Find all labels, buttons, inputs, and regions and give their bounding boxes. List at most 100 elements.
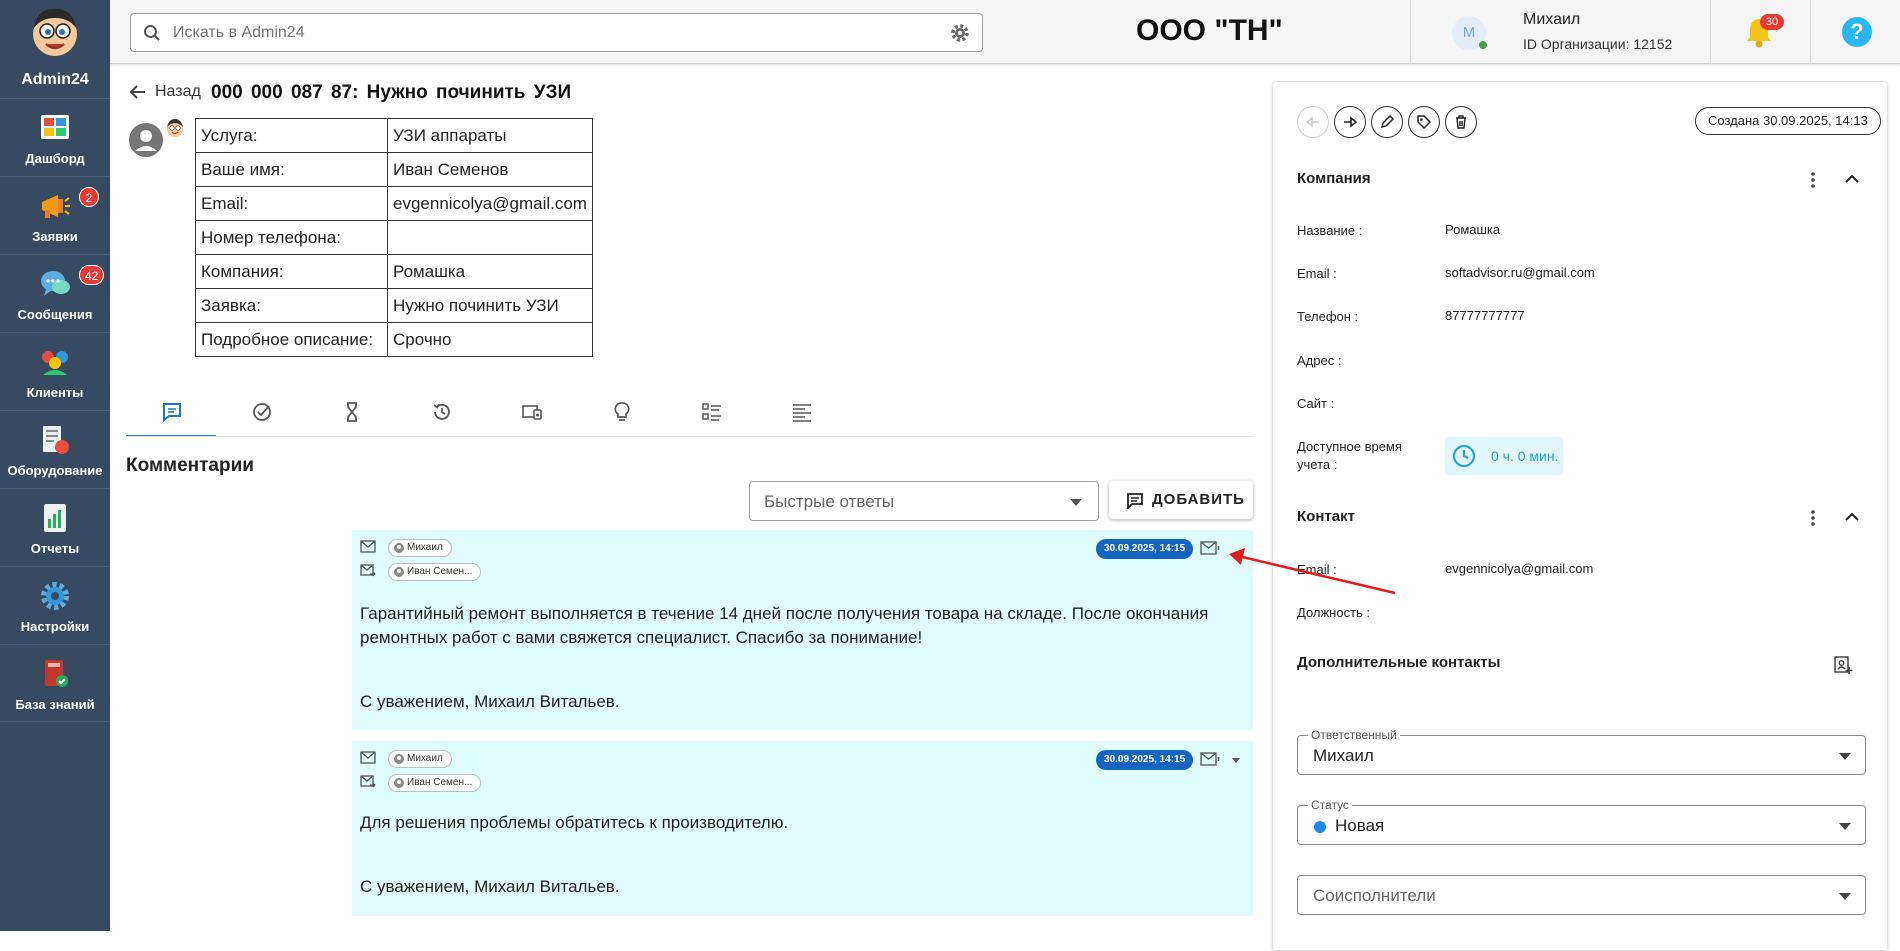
forward-button[interactable] [1334, 106, 1366, 138]
clock-icon [1452, 444, 1476, 468]
organization-title: ООО "ТН" [1136, 14, 1283, 47]
chevron-up-icon[interactable] [1845, 512, 1859, 521]
tab-time[interactable] [306, 395, 396, 437]
search-input[interactable] [173, 21, 913, 45]
messages-count-badge: 42 [79, 265, 105, 285]
logo[interactable]: Admin24 [0, 0, 110, 98]
sidebar-item-equipment[interactable]: Оборудование [0, 410, 110, 488]
info-field-label: Услуга: [195, 118, 388, 153]
add-contact-icon[interactable] [1833, 655, 1853, 675]
status-color-dot [1314, 821, 1326, 833]
tab-history[interactable] [396, 395, 486, 437]
tab-description[interactable] [756, 395, 846, 437]
undo-button[interactable] [1297, 106, 1329, 138]
status-select[interactable]: Статус Новая [1297, 798, 1866, 845]
delete-button[interactable] [1445, 106, 1477, 138]
expand-menu-icon[interactable] [1232, 758, 1240, 763]
sidebar-item-reports[interactable]: Отчеты [0, 488, 110, 566]
info-table-row: Ваше имя: Иван Семенов [195, 152, 593, 187]
ticket-title: 000 000 087 87: Нужно починить УЗИ [211, 82, 572, 103]
info-field-value: Нужно починить УЗИ [387, 288, 593, 323]
pencil-icon [1380, 114, 1395, 129]
email-sent-icon[interactable] [1200, 752, 1220, 766]
comment-signature: С уважением, Михаил Витальев. [360, 877, 620, 896]
info-table-row: Компания: Ромашка [195, 254, 593, 289]
comment-date-badge: 30.09.2025, 14:15 [1096, 539, 1194, 559]
responsible-value: Михаил [1313, 746, 1374, 765]
reports-icon [44, 504, 66, 532]
logo-text: Admin24 [21, 71, 89, 88]
top-header: ООО "ТН" М Михаил ID Организации: 12152 … [110, 0, 1900, 64]
quick-replies-placeholder: Быстрые ответы [764, 492, 895, 511]
recipient-name: Иван Семен... [407, 566, 473, 577]
comment-date-badge: 30.09.2025, 14:15 [1096, 750, 1194, 770]
chevron-up-icon[interactable] [1845, 174, 1859, 183]
tab-equipment[interactable] [486, 395, 576, 437]
co-executors-select[interactable]: Соисполнители [1297, 875, 1866, 915]
search-box[interactable] [130, 13, 983, 52]
tab-checklist[interactable] [666, 395, 756, 437]
trash-icon [1456, 115, 1466, 129]
search-settings-gear-icon[interactable] [950, 23, 970, 43]
organization-id: ID Организации: 12152 [1523, 36, 1673, 52]
available-time-value: 0 ч. 0 мин. [1491, 448, 1559, 464]
request-info-table: Услуга: УЗИ аппараты Ваше имя: Иван Семенов… [195, 118, 593, 357]
chevron-down-icon [1070, 499, 1082, 506]
sidebar-item-messages[interactable]: 42 Сообщения [0, 254, 110, 332]
user-name[interactable]: Михаил [1523, 11, 1580, 29]
more-vert-icon[interactable] [1811, 172, 1815, 188]
text-lines-icon [793, 404, 811, 422]
info-table-row: Номер телефона: [195, 220, 593, 255]
info-field-label: Ваше имя: [195, 152, 388, 187]
recipient-name: Иван Семен... [407, 777, 473, 788]
responsible-select[interactable]: Ответственный Михаил [1297, 728, 1866, 775]
sidebar-item-settings[interactable]: Настройки [0, 566, 110, 644]
sender-name: Михаил [407, 753, 443, 764]
comment-body: Гарантийный ремонт выполняется в течение… [360, 602, 1240, 714]
help-icon[interactable]: ? [1842, 17, 1872, 47]
quick-replies-select[interactable]: Быстрые ответы [749, 481, 1099, 521]
arrow-left-icon [1305, 116, 1319, 128]
megaphone-icon [42, 195, 70, 218]
info-field-label: Номер телефона: [195, 220, 388, 255]
sidebar-item-label: База знаний [15, 697, 95, 712]
tab-solutions[interactable] [576, 395, 666, 437]
sidebar-item-clients[interactable]: Клиенты [0, 332, 110, 410]
info-table-row: Подробное описание: Срочно [195, 322, 593, 357]
lightbulb-icon [614, 402, 630, 421]
person-icon [394, 567, 404, 577]
company-field-label: Название : [1297, 223, 1363, 238]
logo-face-icon [33, 8, 77, 56]
contact-section-title: Контакт [1297, 508, 1355, 525]
equipment-icon [43, 426, 69, 454]
info-field-value: evgennicolya@gmail.com [387, 186, 593, 221]
requester-avatar-icon [129, 123, 163, 157]
comment-signature: С уважением, Михаил Витальев. [360, 692, 620, 711]
add-comment-button[interactable]: ДОБАВИТЬ [1109, 481, 1253, 519]
more-vert-icon[interactable] [1811, 510, 1815, 526]
email-sent-icon[interactable] [1200, 541, 1220, 555]
mail-icon [360, 751, 376, 764]
info-field-value: УЗИ аппараты [387, 118, 593, 153]
back-arrow-icon[interactable] [128, 82, 148, 102]
edit-button[interactable] [1371, 106, 1403, 138]
person-icon [394, 754, 404, 764]
company-field-label: Сайт : [1297, 396, 1335, 411]
tab-comments[interactable] [126, 395, 216, 437]
tab-tasks[interactable] [216, 395, 306, 437]
sidebar-item-dashboard[interactable]: Дашборд [0, 98, 110, 176]
header-divider [1710, 0, 1711, 64]
tag-button[interactable] [1408, 106, 1440, 138]
info-field-label: Компания: [195, 254, 388, 289]
company-section-title: Компания [1297, 170, 1371, 187]
contact-field-label: Email : [1297, 562, 1337, 577]
sidebar-item-knowledge-base[interactable]: База знаний [0, 644, 110, 722]
available-time-label: Доступное время учета : [1297, 439, 1402, 472]
company-name-value: Ромашка [1445, 222, 1501, 237]
header-divider [1810, 0, 1811, 64]
sidebar-item-requests[interactable]: 2 Заявки [0, 176, 110, 254]
back-link[interactable]: Назад [155, 83, 201, 101]
comment-body: Для решения проблемы обратитесь к произв… [360, 811, 1240, 899]
chevron-down-icon [1839, 753, 1851, 760]
status-label: Статус [1308, 798, 1352, 812]
